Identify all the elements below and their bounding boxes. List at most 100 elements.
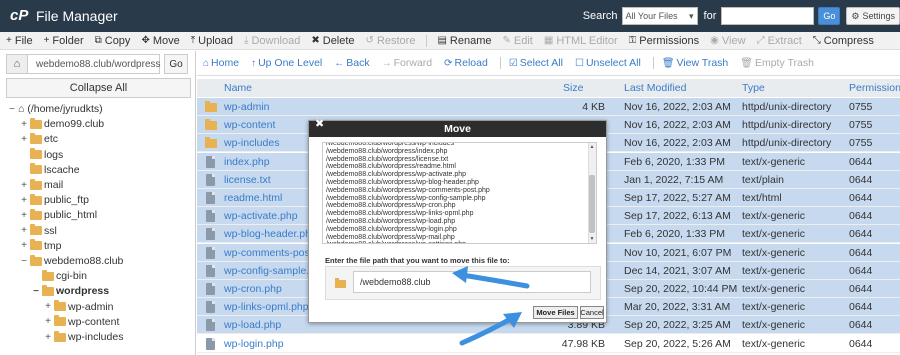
expand-icon[interactable]: +: [44, 332, 52, 343]
collapse-all-button[interactable]: Collapse All: [6, 78, 191, 98]
destination-path-input[interactable]: /webdemo88.club: [353, 271, 591, 293]
tree-item[interactable]: + wp-content: [44, 315, 119, 329]
navigation-bar: ⌂ Home ↑ Up One Level ← Back → Forward ⟳ Reload ☑ S…: [197, 51, 900, 76]
toolbar-extract-button[interactable]: ⤢ Extract: [757, 35, 802, 47]
home-icon[interactable]: ⌂: [6, 54, 28, 74]
nav-label: Forward: [393, 57, 433, 69]
tree-item[interactable]: − ⌂ (/home/jyrudkts): [8, 102, 103, 116]
tree-item-label: public_html: [44, 209, 98, 222]
download-icon: ⤓: [244, 35, 249, 46]
column-header-type[interactable]: Type: [742, 79, 765, 97]
list-item: /webdemo88.club/wordpress/wp-comments-po…: [326, 186, 490, 194]
scroll-down-icon[interactable]: ▼: [589, 236, 595, 242]
collapse-icon[interactable]: −: [8, 104, 16, 115]
column-header-permissions[interactable]: Permissions: [849, 79, 900, 97]
toolbar-restore-button[interactable]: ↺ Restore: [366, 35, 416, 47]
toolbar-move-button[interactable]: ✥ Move: [141, 35, 179, 47]
expand-icon[interactable]: +: [20, 195, 28, 206]
cell-name: wp-admin: [224, 101, 270, 113]
tree-item[interactable]: + mail: [20, 178, 63, 192]
cell-name: wp-content: [224, 119, 276, 132]
nav-empty-trash-button[interactable]: 🗑 Empty Trash: [740, 57, 814, 69]
tree-item[interactable]: + etc: [20, 132, 58, 146]
toolbar-copy-button[interactable]: ⧉ Copy: [95, 35, 131, 47]
tree-item[interactable]: − webdemo88.club: [20, 254, 123, 268]
toolbar-download-button[interactable]: ⤓ Download: [244, 35, 300, 47]
path-row: ⌂ webdemo88.club/wordpress Go: [6, 53, 191, 75]
toolbar-html-editor-button[interactable]: ▦ HTML Editor: [544, 35, 618, 47]
expand-icon[interactable]: +: [20, 210, 28, 221]
column-header-size[interactable]: Size: [563, 79, 583, 97]
cell-type: text/x-generic: [742, 264, 806, 277]
toolbar-delete-button[interactable]: ✖ Delete: [311, 35, 354, 47]
cell-type: text/x-generic: [742, 319, 806, 332]
expand-icon[interactable]: +: [44, 316, 52, 327]
tree-item[interactable]: + tmp: [20, 239, 62, 253]
tree-item[interactable]: lscache: [20, 163, 80, 177]
selected-files-list[interactable]: /webdemo88.club/wordpress/wp-includes/we…: [322, 142, 597, 244]
tree-item[interactable]: + demo99.club: [20, 117, 104, 131]
gear-icon: ⚙: [851, 10, 860, 21]
tree-item[interactable]: + wp-includes: [44, 330, 123, 344]
nav-label: View Trash: [676, 57, 729, 69]
collapse-icon[interactable]: −: [32, 286, 40, 297]
tree-item[interactable]: + wp-admin: [44, 300, 114, 314]
move-files-button[interactable]: Move Files: [533, 306, 578, 319]
nav-unselect-all-button[interactable]: ☐ Unselect All: [575, 57, 641, 69]
tree-item-label: public_ftp: [44, 194, 89, 207]
expand-icon[interactable]: +: [20, 119, 28, 130]
toolbar-compress-button[interactable]: ⤡ Compress: [813, 35, 874, 47]
settings-button[interactable]: ⚙ Settings: [846, 7, 900, 25]
toolbar-upload-button[interactable]: ⤒ Upload: [191, 35, 233, 47]
tree-item[interactable]: + public_html: [20, 208, 97, 222]
search-scope-select[interactable]: All Your Files ▾: [621, 7, 698, 25]
file-icon: [206, 155, 215, 168]
expand-icon[interactable]: +: [20, 180, 28, 191]
nav-back-button[interactable]: ← Back: [334, 57, 369, 69]
table-row[interactable]: wp-admin 4 KB Nov 16, 2022, 2:03 AM httpd/u…: [197, 98, 900, 116]
column-header-name[interactable]: Name: [224, 79, 252, 97]
action-toolbar: + File + Folder ⧉ Copy ✥ Move ⤒ Upload ⤓ Download ✖ D…: [0, 32, 900, 50]
file-icon: [206, 283, 215, 295]
nav-forward-button[interactable]: → Forward: [382, 57, 433, 69]
tree-item[interactable]: − wordpress: [32, 284, 109, 298]
collapse-icon[interactable]: −: [20, 256, 28, 267]
toolbar-label: View: [721, 34, 746, 47]
search-go-button[interactable]: Go: [818, 7, 841, 25]
cancel-button[interactable]: Cancel: [580, 306, 604, 319]
table-row[interactable]: wp-login.php 47.98 KB Sep 20, 2022, 5:26 A…: [197, 335, 900, 353]
toolbar-edit-button[interactable]: ✎ Edit: [503, 35, 533, 47]
tree-item[interactable]: + public_ftp: [20, 193, 89, 207]
tree-item-label: wordpress: [56, 285, 110, 298]
column-header-last-modified[interactable]: Last Modified: [624, 79, 686, 97]
tree-item-label: webdemo88.club: [44, 255, 124, 267]
file-list-scrollbar[interactable]: ▲ ▼: [588, 143, 596, 243]
search-label: Search: [582, 10, 618, 22]
expand-icon[interactable]: +: [20, 225, 28, 236]
toolbar-permissions-button[interactable]: ⚿ Permissions: [629, 35, 700, 47]
expand-icon[interactable]: +: [20, 240, 28, 251]
nav-view-trash-button[interactable]: 🗑 View Trash: [662, 57, 728, 69]
tree-item[interactable]: logs: [20, 148, 63, 162]
toolbar-file-button[interactable]: + File: [6, 35, 33, 47]
path-input[interactable]: webdemo88.club/wordpress: [28, 54, 161, 74]
tree-item[interactable]: cgi-bin: [32, 269, 87, 283]
scrollbar-thumb[interactable]: [589, 175, 595, 233]
nav-up-one-level-button[interactable]: ↑ Up One Level: [251, 57, 322, 69]
expand-icon[interactable]: +: [20, 134, 28, 145]
nav-reload-button[interactable]: ⟳ Reload: [444, 57, 488, 69]
nav-select-all-button[interactable]: ☑ Select All: [509, 57, 563, 69]
toolbar-folder-button[interactable]: + Folder: [44, 35, 84, 47]
toolbar-rename-button[interactable]: ▤ Rename: [437, 35, 491, 47]
search-input[interactable]: [721, 7, 815, 25]
folder-icon: [30, 193, 42, 205]
folder-icon: [335, 278, 346, 288]
expand-icon[interactable]: +: [44, 301, 52, 312]
nav-home-button[interactable]: ⌂ Home: [203, 57, 239, 69]
restore-icon: ↺: [365, 35, 374, 46]
view-trash-icon: 🗑: [661, 57, 675, 69]
tree-item[interactable]: + ssl: [20, 224, 57, 238]
toolbar-view-button[interactable]: ◉ View: [710, 35, 745, 47]
scroll-up-icon[interactable]: ▲: [589, 144, 595, 150]
path-go-button[interactable]: Go: [164, 54, 188, 74]
